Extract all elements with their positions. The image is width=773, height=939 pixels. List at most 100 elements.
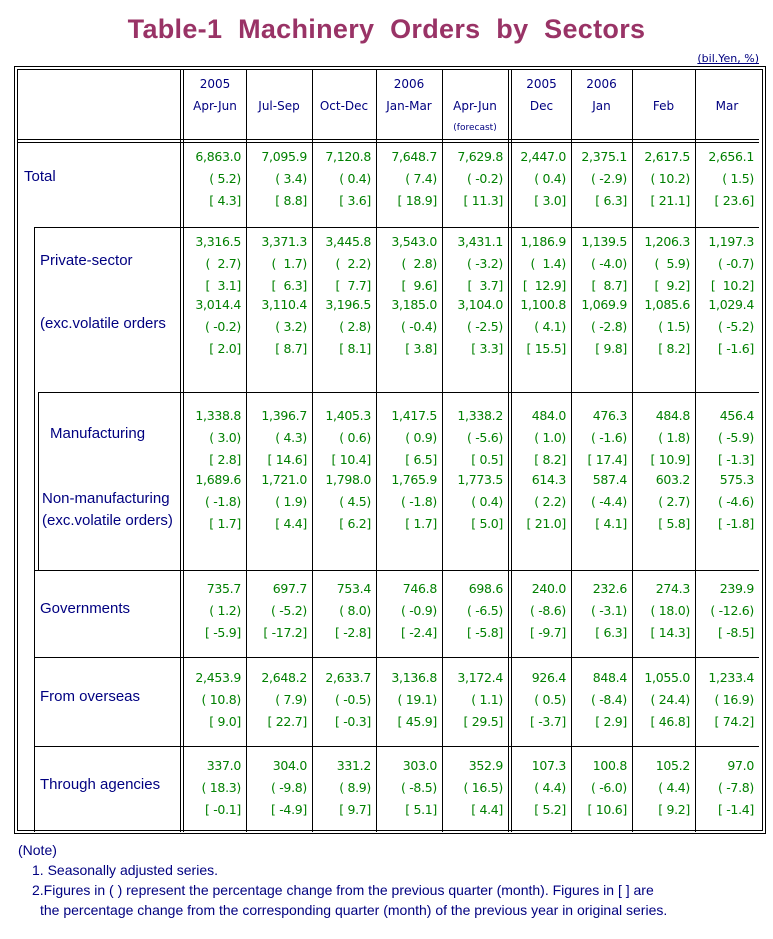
yoy-change-cell: [ 3.3] (471, 341, 503, 356)
qoq-change-cell: ( 24.4) (650, 692, 691, 707)
qoq-change-cell: ( 7.9) (275, 692, 307, 707)
value-cell: 697.7 (272, 581, 308, 596)
column-header-year: 2005 (526, 77, 557, 91)
qoq-change-cell: ( -4.6) (717, 494, 754, 509)
value-cell: 3,316.5 (195, 234, 241, 249)
yoy-change-cell: [ 6.2] (339, 516, 371, 531)
value-cell: 1,206.3 (644, 234, 690, 249)
qoq-change-cell: ( 16.5) (463, 780, 504, 795)
qoq-change-cell: ( -4.4) (590, 494, 627, 509)
yoy-change-cell: [ 9.0] (209, 714, 241, 729)
value-cell: 7,648.7 (391, 149, 437, 164)
value-cell: 1,055.0 (644, 670, 690, 685)
qoq-change-cell: ( 1.8) (658, 430, 690, 445)
yoy-change-cell: [ 21.1] (650, 193, 691, 208)
qoq-change-cell: ( 0.4) (339, 171, 371, 186)
row-label: Through agencies (40, 776, 161, 793)
value-cell: 7,120.8 (325, 149, 371, 164)
note-item-2: 2.Figures in ( ) represent the percentag… (32, 882, 654, 898)
yoy-change-cell: [ -8.5] (717, 625, 754, 640)
qoq-change-cell: ( -0.2) (466, 171, 503, 186)
value-cell: 746.8 (402, 581, 438, 596)
value-cell: 240.0 (531, 581, 567, 596)
column-header-period: Jul-Sep (258, 99, 300, 113)
column-divider (508, 70, 509, 832)
yoy-change-cell: [ -5.9] (204, 625, 241, 640)
yoy-change-cell: [ 6.3] (595, 625, 627, 640)
qoq-change-cell: ( 0.4) (534, 171, 566, 186)
qoq-change-cell: ( 4.5) (339, 494, 371, 509)
column-divider (376, 70, 377, 832)
column-divider (246, 70, 247, 832)
value-cell: 484.0 (531, 408, 567, 423)
value-cell: 926.4 (531, 670, 567, 685)
value-cell: 575.3 (719, 472, 755, 487)
value-cell: 456.4 (719, 408, 755, 423)
value-cell: 1,417.5 (391, 408, 437, 423)
column-header-year: 2006 (393, 77, 425, 91)
qoq-change-cell: ( -1.8) (400, 494, 437, 509)
yoy-change-cell: [ -2.4] (400, 625, 437, 640)
qoq-change-cell: ( -2.9) (590, 171, 627, 186)
value-cell: 848.4 (592, 670, 628, 685)
yoy-change-cell: [ -3.7] (529, 714, 566, 729)
value-cell: 1,197.3 (708, 234, 754, 249)
value-cell: 3,371.3 (261, 234, 307, 249)
value-cell: 2,375.1 (581, 149, 627, 164)
row-divider (34, 570, 759, 571)
qoq-change-cell: ( -8.4) (590, 692, 627, 707)
machinery-orders-table: 2005 Apr-Jun Jul-Sep Oct-Dec 2006 Jan-Mar Apr-… (14, 66, 766, 834)
value-cell: 1,085.6 (644, 297, 690, 312)
value-cell: 1,100.8 (520, 297, 566, 312)
qoq-change-cell: ( -8.6) (529, 603, 566, 618)
qoq-change-cell: ( -6.5) (466, 603, 503, 618)
yoy-change-cell: [ 21.0] (526, 516, 567, 531)
value-cell: 753.4 (336, 581, 372, 596)
qoq-change-cell: ( 16.9) (714, 692, 755, 707)
yoy-change-cell: [ 4.4] (471, 802, 503, 817)
value-cell: 6,863.0 (195, 149, 241, 164)
yoy-change-cell: [ -1.6] (717, 341, 754, 356)
value-cell: 1,338.8 (195, 408, 241, 423)
qoq-change-cell: ( 3.0) (209, 430, 241, 445)
qoq-change-cell: ( 0.9) (405, 430, 437, 445)
yoy-change-cell: [ 5.1] (405, 802, 437, 817)
value-cell: 3,014.4 (195, 297, 241, 312)
value-cell: 3,445.8 (325, 234, 371, 249)
qoq-change-cell: ( 18.0) (650, 603, 691, 618)
qoq-change-cell: ( 1.9) (275, 494, 307, 509)
value-cell: 614.3 (531, 472, 567, 487)
qoq-change-cell: ( -0.2) (204, 319, 241, 334)
row-label-continued: (exc.volatile orders) (42, 512, 173, 529)
value-cell: 337.0 (206, 758, 242, 773)
value-cell: 2,656.1 (708, 149, 754, 164)
yoy-change-cell: [ -1.4] (717, 802, 754, 817)
yoy-change-cell: [ 4.1] (595, 516, 627, 531)
yoy-change-cell: [ 5.8] (658, 516, 690, 531)
value-cell: 484.8 (655, 408, 691, 423)
value-cell: 3,104.0 (457, 297, 503, 312)
yoy-change-cell: [ 5.2] (534, 802, 566, 817)
value-cell: 1,689.6 (195, 472, 241, 487)
yoy-change-cell: [ -0.1] (204, 802, 241, 817)
qoq-change-cell: ( 1.5) (658, 319, 690, 334)
qoq-change-cell: ( -1.8) (204, 494, 241, 509)
yoy-change-cell: [ 18.9] (397, 193, 438, 208)
qoq-change-cell: ( 2.7) (205, 256, 242, 271)
qoq-change-cell: ( 1.2) (209, 603, 241, 618)
yoy-change-cell: [ -5.8] (466, 625, 503, 640)
qoq-change-cell: ( -5.9) (717, 430, 754, 445)
qoq-change-cell: ( -1.6) (590, 430, 627, 445)
qoq-change-cell: ( 10.8) (201, 692, 242, 707)
qoq-change-cell: ( 1.5) (722, 171, 754, 186)
qoq-change-cell: ( 5.9) (654, 256, 691, 271)
qoq-change-cell: ( 10.2) (650, 171, 691, 186)
qoq-change-cell: ( 1.4) (530, 256, 567, 271)
yoy-change-cell: [ 1.7] (209, 516, 241, 531)
value-cell: 2,447.0 (520, 149, 566, 164)
value-cell: 2,648.2 (261, 670, 307, 685)
yoy-change-cell: [ -17.2] (263, 625, 307, 640)
value-cell: 698.6 (468, 581, 504, 596)
value-cell: 274.3 (655, 581, 691, 596)
qoq-change-cell: ( -3.1) (590, 603, 627, 618)
